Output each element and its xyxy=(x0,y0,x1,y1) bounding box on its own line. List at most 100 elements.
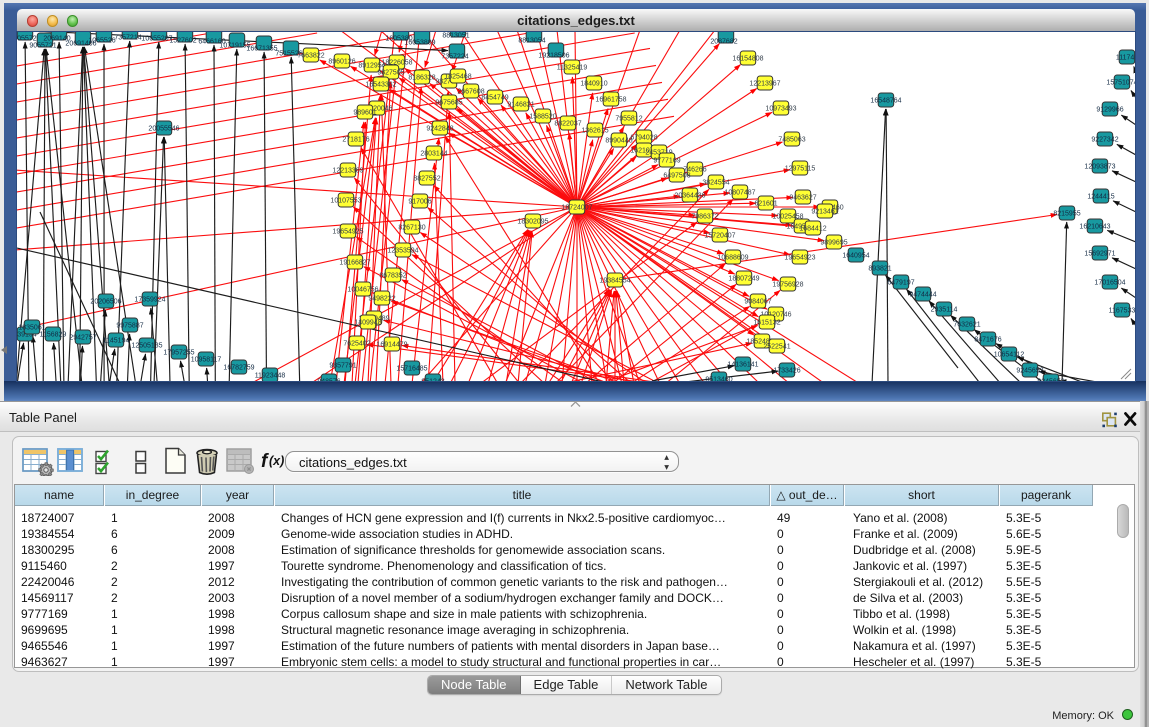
svg-text:8267130: 8267130 xyxy=(398,224,425,231)
svg-text:16961758: 16961758 xyxy=(595,96,626,103)
svg-text:19384554: 19384554 xyxy=(599,277,630,284)
svg-text:20055546: 20055546 xyxy=(148,125,179,132)
svg-text:2087682: 2087682 xyxy=(710,38,737,45)
svg-text:9084067: 9084067 xyxy=(744,298,771,305)
svg-text:11923448: 11923448 xyxy=(255,372,286,379)
svg-text:18724007: 18724007 xyxy=(561,204,592,211)
svg-text:16543382: 16543382 xyxy=(365,81,396,88)
svg-text:19654923: 19654923 xyxy=(784,254,815,261)
svg-text:11325419: 11325419 xyxy=(557,64,588,71)
svg-text:10654112: 10654112 xyxy=(994,351,1025,358)
svg-text:8822037: 8822037 xyxy=(554,120,581,127)
svg-text:9513460: 9513460 xyxy=(705,376,732,381)
svg-text:7955812: 7955812 xyxy=(615,115,642,122)
svg-text:17957255: 17957255 xyxy=(163,349,194,356)
svg-text:9146821: 9146821 xyxy=(507,101,534,108)
svg-text:8990448: 8990448 xyxy=(605,137,632,144)
svg-text:1244415: 1244415 xyxy=(1087,193,1114,200)
svg-text:19166827: 19166827 xyxy=(339,259,370,266)
svg-text:19218506: 19218506 xyxy=(538,52,569,59)
svg-text:16154808: 16154808 xyxy=(732,55,763,62)
svg-text:2942757: 2942757 xyxy=(69,334,96,341)
svg-text:8454749: 8454749 xyxy=(481,94,508,101)
svg-text:9777169: 9777169 xyxy=(653,157,680,164)
svg-text:1684412: 1684412 xyxy=(799,225,826,232)
svg-text:16053809: 16053809 xyxy=(404,39,435,46)
svg-text:2935114: 2935114 xyxy=(931,306,958,313)
svg-text:1733426: 1733426 xyxy=(773,367,800,374)
svg-text:10688609: 10688609 xyxy=(717,254,748,261)
svg-text:f: f xyxy=(261,451,269,472)
svg-text:1527602: 1527602 xyxy=(169,37,196,44)
svg-text:7357224: 7357224 xyxy=(441,53,468,60)
svg-text:6497508: 6497508 xyxy=(663,172,690,179)
svg-text:111746: 111746 xyxy=(1116,54,1135,61)
svg-text:9245653: 9245653 xyxy=(1037,378,1064,381)
svg-text:1640954: 1640954 xyxy=(842,252,869,259)
svg-text:6479197: 6479197 xyxy=(887,279,914,286)
svg-text:948576: 948576 xyxy=(317,378,340,381)
svg-text:951243: 951243 xyxy=(421,378,444,381)
svg-text:17016504: 17016504 xyxy=(1094,279,1125,286)
svg-text:8813054: 8813054 xyxy=(518,37,545,44)
svg-text:8813051: 8813051 xyxy=(442,32,469,39)
svg-text:1905572: 1905572 xyxy=(17,35,37,42)
svg-text:8827552: 8827552 xyxy=(413,175,440,182)
svg-text:7632621: 7632621 xyxy=(953,321,980,328)
svg-text:1825468: 1825468 xyxy=(444,73,471,80)
svg-text:16210643: 16210643 xyxy=(1079,223,1110,230)
svg-text:1588520: 1588520 xyxy=(529,113,556,120)
svg-text:2718176: 2718176 xyxy=(342,136,369,143)
svg-text:1065526: 1065526 xyxy=(88,37,115,44)
svg-text:9213461: 9213461 xyxy=(811,208,838,215)
svg-text:7357214: 7357214 xyxy=(114,34,141,41)
svg-text:1835061: 1835061 xyxy=(18,324,45,331)
svg-text:1615132: 1615132 xyxy=(753,319,780,326)
svg-text:8186328: 8186328 xyxy=(408,74,435,81)
svg-text:1840910: 1840910 xyxy=(580,80,607,87)
svg-text:18302095: 18302095 xyxy=(517,218,548,225)
svg-text:9498222: 9498222 xyxy=(368,295,395,302)
svg-text:15751074: 15751074 xyxy=(1106,79,1135,86)
svg-text:7986372: 7986372 xyxy=(691,213,718,220)
svg-text:20206506: 20206506 xyxy=(90,298,121,305)
svg-text:7485063: 7485063 xyxy=(778,136,805,143)
svg-text:14136141: 14136141 xyxy=(727,361,758,368)
svg-text:1362615: 1362615 xyxy=(581,127,608,134)
svg-text:8678352: 8678352 xyxy=(379,272,406,279)
svg-text:15692971: 15692971 xyxy=(1084,250,1115,257)
svg-text:(x): (x) xyxy=(269,454,284,468)
svg-text:10807487: 10807487 xyxy=(724,189,755,196)
svg-text:10107553: 10107553 xyxy=(330,197,361,204)
svg-text:18807249: 18807249 xyxy=(728,275,759,282)
svg-text:9857791: 9857791 xyxy=(329,362,356,369)
svg-text:12213967: 12213967 xyxy=(749,80,780,87)
svg-text:1145194: 1145194 xyxy=(103,337,130,344)
svg-text:16782759: 16782759 xyxy=(223,364,254,371)
svg-text:621601: 621601 xyxy=(754,200,777,207)
svg-text:16671355: 16671355 xyxy=(246,45,277,52)
svg-text:9827505: 9827505 xyxy=(377,69,404,76)
svg-text:917006: 917006 xyxy=(408,198,431,205)
svg-text:9899695: 9899695 xyxy=(820,239,847,246)
svg-text:9129966: 9129966 xyxy=(1096,106,1123,113)
svg-text:3824554: 3824554 xyxy=(702,179,729,186)
svg-text:2803144: 2803144 xyxy=(420,150,447,157)
svg-text:8215955: 8215955 xyxy=(1053,210,1080,217)
svg-text:19654925: 19654925 xyxy=(332,228,363,235)
svg-text:12353594: 12353594 xyxy=(387,247,418,254)
svg-text:9975887: 9975887 xyxy=(116,322,143,329)
svg-text:12213369: 12213369 xyxy=(332,167,363,174)
svg-text:8471676: 8471676 xyxy=(974,336,1001,343)
svg-text:12975115: 12975115 xyxy=(785,165,816,172)
svg-text:15720407: 15720407 xyxy=(704,232,735,239)
svg-text:15716485: 15716485 xyxy=(396,365,427,372)
svg-text:16914479: 16914479 xyxy=(376,341,407,348)
svg-text:9474444: 9474444 xyxy=(909,291,936,298)
svg-text:893821: 893821 xyxy=(868,265,891,272)
svg-text:10655267: 10655267 xyxy=(141,35,172,42)
svg-text:9245652: 9245652 xyxy=(1016,367,1043,374)
svg-text:9675685: 9675685 xyxy=(435,99,462,106)
svg-text:6794028: 6794028 xyxy=(630,134,657,141)
svg-text:19756928: 19756928 xyxy=(772,281,803,288)
